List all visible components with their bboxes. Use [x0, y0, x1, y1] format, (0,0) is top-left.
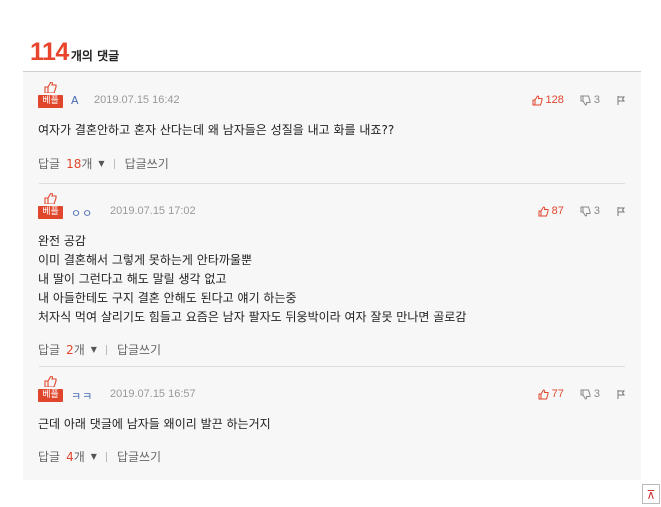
comment-votes: 77 3	[538, 388, 626, 400]
thumbs-up-icon	[532, 94, 543, 105]
comment-meta: 베플 A 2019.07.15 16:42 128 3	[38, 82, 626, 112]
like-button[interactable]: 77	[538, 388, 564, 400]
dislike-button[interactable]: 3	[580, 388, 600, 400]
reply-label: 답글	[38, 450, 61, 464]
dislike-count: 3	[593, 94, 600, 106]
thumbs-up-icon	[44, 193, 57, 204]
thumbs-down-icon	[580, 389, 591, 400]
caret-down-icon: ▼	[90, 345, 97, 354]
caret-down-icon: ▼	[98, 159, 105, 168]
like-button[interactable]: 87	[538, 205, 564, 217]
comment-date: 2019.07.15 17:02	[110, 205, 196, 217]
reply-label: 답글	[38, 157, 61, 171]
comment-separator	[39, 366, 625, 367]
comment-line: 여자가 결혼안하고 혼자 산다는데 왜 남자들은 성질을 내고 화를 내죠??	[38, 123, 395, 137]
report-button[interactable]	[616, 206, 626, 217]
comment-panel: 베플 A 2019.07.15 16:42 128 3 여자가 결혼안하고 혼자…	[23, 71, 641, 480]
dislike-button[interactable]: 3	[580, 205, 600, 217]
like-count: 77	[551, 388, 564, 400]
best-badge-group: 베플	[38, 376, 64, 406]
comment-meta: 베플 ㅋㅋ 2019.07.15 16:57 77 3	[38, 376, 626, 406]
reply-toggle-button[interactable]: 답글 18 개 ▼	[38, 155, 105, 172]
comment-footer: 답글 2개 ▼ 답글쓰기	[38, 341, 626, 358]
comment-author[interactable]: A	[71, 94, 80, 107]
corner-icon[interactable]: ⊼	[642, 484, 660, 504]
dislike-count: 3	[593, 205, 600, 217]
comment-votes: 128 3	[532, 94, 626, 106]
comment-line: 처자식 먹여 살리기도 힘들고 요즘은 남자 팔자도 뒤웅박이라 여자 잘못 만…	[38, 310, 467, 324]
reply-toggle-button[interactable]: 답글 4개 ▼	[38, 448, 97, 465]
comment-header: 114 개의 댓글	[30, 38, 119, 68]
like-count: 87	[551, 205, 564, 217]
comment-author[interactable]: ㅋㅋ	[71, 388, 93, 404]
divider	[113, 158, 115, 169]
dislike-button[interactable]: 3	[580, 94, 600, 106]
best-badge-group: 베플	[38, 82, 64, 112]
thumbs-up-icon	[44, 82, 57, 93]
comment-separator	[39, 183, 625, 184]
comment-line: 내 아들한테도 구지 결혼 안해도 된다고 얘기 하는중	[38, 291, 297, 305]
reply-unit: 개	[73, 343, 85, 357]
best-badge-group: 베플	[38, 193, 64, 223]
thumbs-up-icon	[538, 205, 549, 216]
best-badge: 베플	[38, 389, 63, 402]
comment-date: 2019.07.15 16:42	[94, 94, 180, 106]
comment-meta: 베플 ㅇㅇ 2019.07.15 17:02 87 3	[38, 193, 626, 223]
comment-line: 이미 결혼해서 그렇게 못하는게 안타까울뿐	[38, 253, 252, 267]
comment-body: 완전 공감 이미 결혼해서 그렇게 못하는게 안타까울뿐 내 딸이 그런다고 해…	[38, 232, 626, 327]
comment-body: 여자가 결혼안하고 혼자 산다는데 왜 남자들은 성질을 내고 화를 내죠??	[38, 121, 626, 140]
comment-footer: 답글 18 개 ▼ 답글쓰기	[38, 155, 626, 172]
write-reply-button[interactable]: 답글쓰기	[117, 448, 161, 465]
reply-count: 4	[66, 449, 74, 464]
write-reply-button[interactable]: 답글쓰기	[117, 341, 161, 358]
comment-count: 114	[30, 38, 69, 66]
comment-item: 베플 A 2019.07.15 16:42 128 3 여자가 결혼안하고 혼자…	[38, 82, 626, 172]
comment-item: 베플 ㅋㅋ 2019.07.15 16:57 77 3 근데 아래 댓글에 남자…	[38, 376, 626, 465]
comment-line: 내 딸이 그런다고 해도 말릴 생각 없고	[38, 272, 227, 286]
thumbs-up-icon	[538, 388, 549, 399]
reply-count: 18	[66, 156, 82, 171]
report-icon	[617, 206, 625, 216]
report-button[interactable]	[616, 95, 626, 106]
caret-down-icon: ▼	[90, 452, 97, 461]
divider	[105, 451, 107, 462]
best-badge: 베플	[38, 206, 63, 219]
comment-line: 근데 아래 댓글에 남자들 왜이리 발끈 하는거지	[38, 417, 271, 431]
report-button[interactable]	[616, 389, 626, 400]
thumbs-down-icon	[580, 95, 591, 106]
comment-count-label: 개의 댓글	[70, 49, 120, 63]
comment-votes: 87 3	[538, 205, 626, 217]
thumbs-down-icon	[580, 206, 591, 217]
comment-line: 완전 공감	[38, 234, 86, 248]
comment-item: 베플 ㅇㅇ 2019.07.15 17:02 87 3 완전 공감 이미 결혼해…	[38, 193, 626, 358]
comment-date: 2019.07.15 16:57	[110, 388, 196, 400]
best-badge: 베플	[38, 95, 63, 108]
divider	[105, 344, 107, 355]
report-icon	[617, 389, 625, 399]
dislike-count: 3	[593, 388, 600, 400]
reply-count: 2	[66, 342, 74, 357]
thumbs-up-icon	[44, 376, 57, 387]
like-button[interactable]: 128	[532, 94, 564, 106]
comment-footer: 답글 4개 ▼ 답글쓰기	[38, 448, 626, 465]
reply-unit: 개	[73, 450, 85, 464]
write-reply-button[interactable]: 답글쓰기	[125, 155, 169, 172]
comment-author[interactable]: ㅇㅇ	[71, 205, 93, 221]
reply-label: 답글	[38, 343, 61, 357]
reply-toggle-button[interactable]: 답글 2개 ▼	[38, 341, 97, 358]
reply-unit: 개	[81, 157, 93, 171]
report-icon	[617, 95, 625, 105]
comment-body: 근데 아래 댓글에 남자들 왜이리 발끈 하는거지	[38, 415, 626, 434]
like-count: 128	[545, 94, 564, 106]
